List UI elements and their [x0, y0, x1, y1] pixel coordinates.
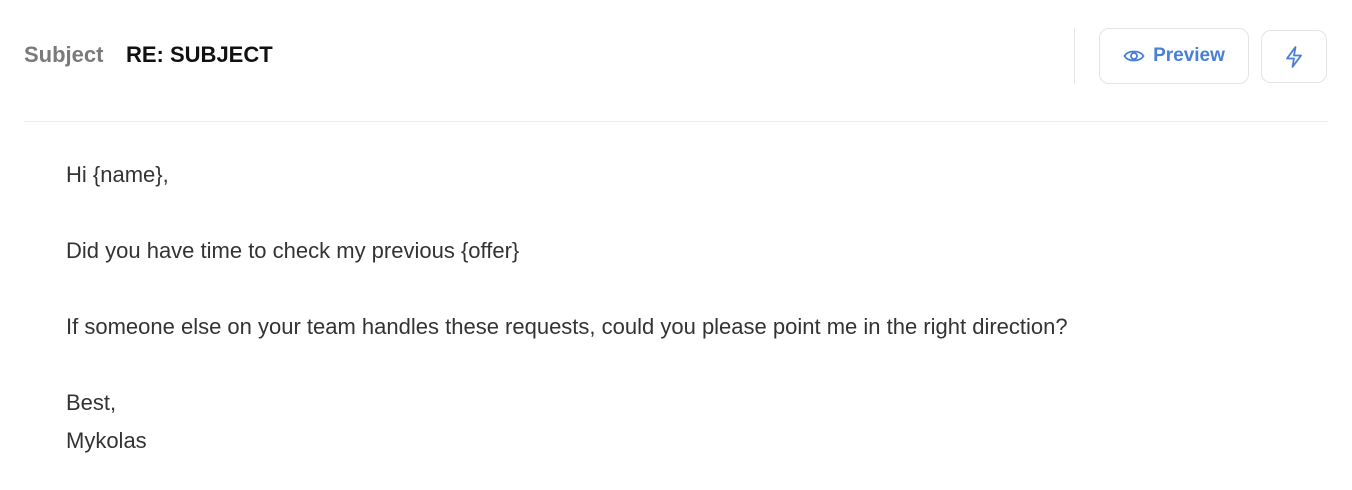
- subject-input[interactable]: [122, 36, 1030, 74]
- lightning-icon: [1284, 45, 1304, 69]
- toolbar-divider: [1074, 28, 1075, 84]
- body-line-offer: Did you have time to check my previous {…: [66, 238, 520, 263]
- body-line-redirect: If someone else on your team handles the…: [66, 314, 1068, 339]
- email-body-editor[interactable]: Hi {name}, Did you have time to check my…: [66, 156, 1316, 460]
- body-greeting: Hi {name},: [66, 162, 169, 187]
- email-header: Subject Preview: [0, 0, 1352, 122]
- eye-icon: [1123, 48, 1145, 64]
- body-blank-line: [66, 194, 1316, 232]
- preview-button[interactable]: Preview: [1099, 28, 1249, 84]
- preview-button-label: Preview: [1153, 45, 1225, 66]
- subject-label: Subject: [24, 42, 104, 67]
- body-blank-line: [66, 270, 1316, 308]
- body-signature: Mykolas: [66, 428, 147, 453]
- body-blank-line: [66, 346, 1316, 384]
- header-divider: [24, 121, 1328, 122]
- quick-actions-button[interactable]: [1261, 30, 1327, 83]
- body-signoff: Best,: [66, 390, 117, 415]
